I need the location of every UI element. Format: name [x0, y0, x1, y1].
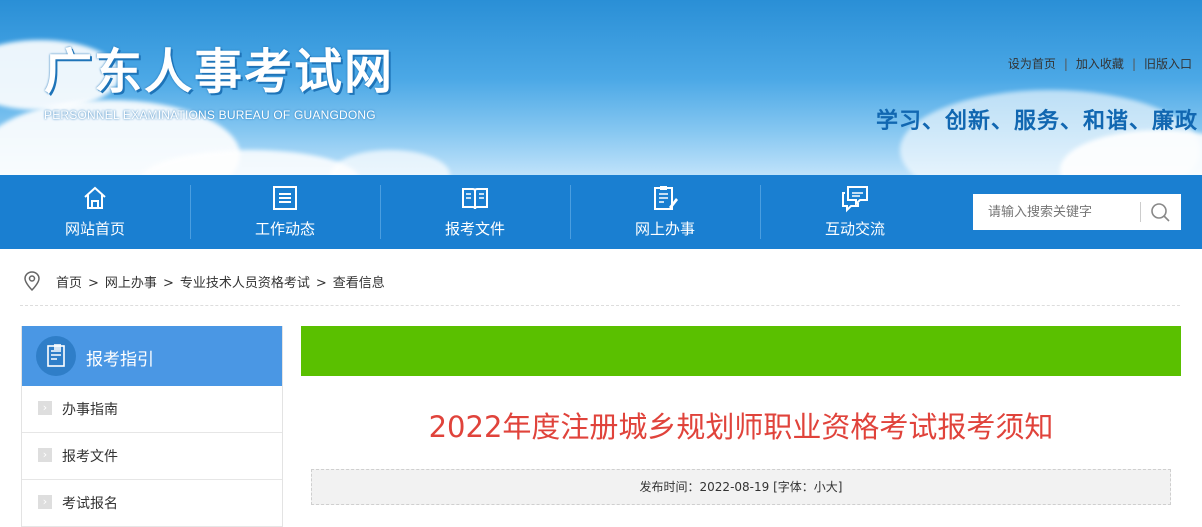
- sidebar-header: 报考指引: [22, 326, 282, 386]
- nav-label: 报考文件: [444, 220, 505, 238]
- sidebar-title: 报考指引: [86, 350, 154, 370]
- nav-item-exam-docs[interactable]: 报考文件: [380, 175, 570, 249]
- old-version-link[interactable]: 旧版入口: [1144, 57, 1192, 71]
- chevron-right-icon: ›: [38, 495, 52, 509]
- document-icon: [47, 344, 65, 367]
- nav-item-interaction[interactable]: 互动交流: [760, 175, 950, 249]
- sidebar-item-registration[interactable]: › 考试报名: [22, 480, 282, 527]
- nav-label: 网站首页: [64, 220, 125, 238]
- set-homepage-link[interactable]: 设为首页: [1008, 57, 1056, 71]
- location-pin-icon: [24, 271, 40, 292]
- article-meta: 发布时间：2022-08-19 [字体：小大]: [311, 469, 1171, 505]
- sidebar-item-guide[interactable]: › 办事指南: [22, 386, 282, 433]
- search-input[interactable]: [973, 194, 1139, 230]
- header-banner: 广东人事考试网 PERSONNEL EXAMINATIONS BUREAU OF…: [0, 0, 1202, 175]
- slogan: 学习、创新、服务、和谐、廉政: [875, 109, 1198, 134]
- nav-item-online-services[interactable]: 网上办事: [570, 175, 760, 249]
- nav-label: 网上办事: [634, 220, 695, 238]
- site-subtitle: PERSONNEL EXAMINATIONS BUREAU OF GUANGDO…: [44, 108, 376, 122]
- home-icon: [84, 186, 106, 209]
- breadcrumb-professional-exams[interactable]: 专业技术人员资格考试: [180, 276, 310, 291]
- add-favorite-link[interactable]: 加入收藏: [1076, 57, 1124, 71]
- sidebar-header-icon-circle: [36, 336, 76, 376]
- breadcrumb-items: 首页 > 网上办事 > 专业技术人员资格考试 > 查看信息: [56, 276, 385, 291]
- breadcrumb-home[interactable]: 首页: [56, 276, 82, 291]
- nav-item-work-news[interactable]: 工作动态: [190, 175, 380, 249]
- chevron-right-icon: ›: [38, 448, 52, 462]
- search-divider: [1140, 202, 1141, 222]
- breadcrumb-online-services[interactable]: 网上办事: [105, 276, 157, 291]
- news-icon: [273, 186, 297, 210]
- article-title: 2022年度注册城乡规划师职业资格考试报考须知: [428, 410, 1054, 444]
- sidebar-item-label: 考试报名: [62, 496, 118, 512]
- sidebar-item-label: 办事指南: [62, 402, 118, 418]
- breadcrumb-current: 查看信息: [332, 276, 385, 291]
- sidebar-item-label: 报考文件: [62, 449, 118, 465]
- nav-label: 互动交流: [824, 220, 885, 238]
- sidebar: 报考指引 › 办事指南 › 报考文件 › 考试报名: [21, 326, 283, 527]
- breadcrumb: 首页 > 网上办事 > 专业技术人员资格考试 > 查看信息: [20, 265, 1180, 306]
- clipboard-edit-icon: [654, 186, 678, 210]
- chat-icon: [842, 186, 868, 213]
- top-links: 设为首页 | 加入收藏 | 旧版入口: [1007, 57, 1192, 71]
- nav-label: 工作动态: [254, 220, 315, 238]
- search-icon[interactable]: [1148, 200, 1174, 224]
- book-icon: [462, 188, 488, 210]
- nav-item-home[interactable]: 网站首页: [0, 175, 190, 249]
- site-title: 广东人事考试网: [44, 44, 395, 100]
- search-box: [973, 194, 1181, 230]
- chevron-right-icon: ›: [38, 401, 52, 415]
- sidebar-item-exam-docs[interactable]: › 报考文件: [22, 433, 282, 480]
- content-header-bar: [301, 326, 1181, 376]
